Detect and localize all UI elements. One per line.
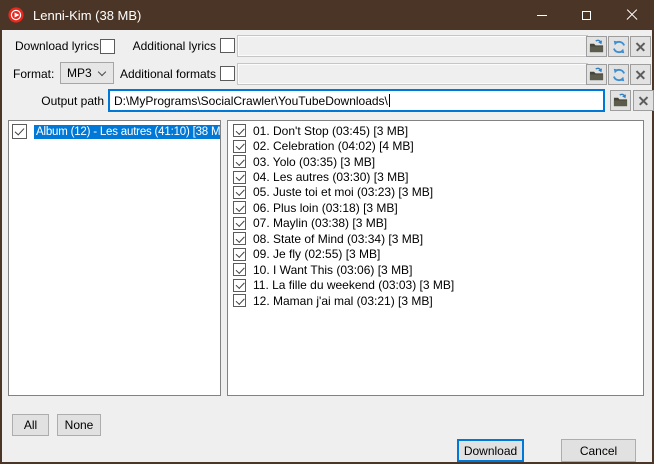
clear-formats-button[interactable]	[630, 64, 651, 85]
close-icon	[626, 9, 638, 21]
track-row[interactable]: 10. I Want This (03:06) [3 MB]	[233, 262, 643, 277]
clear-icon	[636, 70, 646, 80]
window-controls	[519, 0, 654, 30]
track-row[interactable]: 02. Celebration (04:02) [4 MB]	[233, 138, 643, 153]
additional-formats-input	[237, 63, 588, 85]
track-row-label: 02. Celebration (04:02) [4 MB]	[253, 139, 414, 153]
track-list[interactable]: 01. Don't Stop (03:45) [3 MB]02. Celebra…	[227, 120, 644, 396]
additional-formats-checkbox[interactable]	[220, 66, 235, 81]
refresh-lyrics-button[interactable]	[608, 36, 629, 57]
track-row-checkbox[interactable]	[233, 232, 246, 245]
track-row-label: 11. La fille du weekend (03:03) [3 MB]	[253, 278, 454, 292]
format-value: MP3	[67, 66, 92, 80]
track-row-checkbox[interactable]	[233, 155, 246, 168]
browse-output-button[interactable]	[610, 90, 631, 111]
output-path-label: Output path	[20, 90, 104, 112]
track-row-label: 12. Maman j'ai mal (03:21) [3 MB]	[253, 294, 433, 308]
track-row-label: 09. Je fly (02:55) [3 MB]	[253, 247, 380, 261]
track-row-label: 08. State of Mind (03:34) [3 MB]	[253, 232, 423, 246]
track-row-label: 06. Plus loin (03:18) [3 MB]	[253, 201, 398, 215]
minimize-icon	[537, 15, 547, 16]
folder-icon	[613, 93, 628, 108]
format-label: Format:	[13, 64, 54, 84]
window-title: Lenni-Kim (38 MB)	[33, 8, 141, 23]
additional-formats-label: Additional formats	[110, 64, 216, 84]
minimize-button[interactable]	[519, 0, 564, 30]
track-row-label: 07. Maylin (03:38) [3 MB]	[253, 216, 387, 230]
download-button[interactable]: Download	[457, 439, 524, 462]
additional-lyrics-checkbox[interactable]	[220, 38, 235, 53]
track-row-checkbox[interactable]	[233, 140, 246, 153]
clear-lyrics-button[interactable]	[630, 36, 651, 57]
format-select[interactable]: MP3	[60, 62, 114, 84]
track-row-checkbox[interactable]	[233, 279, 246, 292]
select-none-button[interactable]: None	[57, 414, 101, 436]
text-cursor	[389, 94, 390, 107]
track-row-checkbox[interactable]	[233, 248, 246, 261]
track-row[interactable]: 12. Maman j'ai mal (03:21) [3 MB]	[233, 293, 643, 308]
additional-lyrics-label: Additional lyrics	[110, 36, 216, 56]
app-window: Lenni-Kim (38 MB) Download lyrics Additi…	[0, 0, 654, 464]
maximize-button[interactable]	[564, 0, 609, 30]
track-row[interactable]: 03. Yolo (03:35) [3 MB]	[233, 154, 643, 169]
browse-lyrics-button[interactable]	[586, 36, 607, 57]
titlebar: Lenni-Kim (38 MB)	[0, 0, 654, 30]
track-row[interactable]: 09. Je fly (02:55) [3 MB]	[233, 247, 643, 262]
chevron-down-icon	[98, 68, 106, 76]
album-row-checkbox[interactable]	[12, 124, 27, 139]
track-row-checkbox[interactable]	[233, 201, 246, 214]
refresh-icon	[612, 68, 626, 82]
album-list[interactable]: Album (12) - Les autres (41:10) [38 MB]	[8, 120, 221, 396]
track-row-checkbox[interactable]	[233, 124, 246, 137]
track-row[interactable]: 04. Les autres (03:30) [3 MB]	[233, 169, 643, 184]
track-row-label: 03. Yolo (03:35) [3 MB]	[253, 155, 375, 169]
track-row-checkbox[interactable]	[233, 186, 246, 199]
browse-formats-button[interactable]	[586, 64, 607, 85]
track-row-checkbox[interactable]	[233, 263, 246, 276]
maximize-icon	[582, 11, 591, 20]
play-app-icon	[8, 7, 24, 23]
track-row[interactable]: 06. Plus loin (03:18) [3 MB]	[233, 200, 643, 215]
close-button[interactable]	[609, 0, 654, 30]
track-row[interactable]: 01. Don't Stop (03:45) [3 MB]	[233, 123, 643, 138]
output-path-value: D:\MyPrograms\SocialCrawler\YouTubeDownl…	[114, 94, 388, 108]
track-row-label: 05. Juste toi et moi (03:23) [3 MB]	[253, 185, 433, 199]
refresh-icon	[612, 40, 626, 54]
track-row-checkbox[interactable]	[233, 294, 246, 307]
select-all-button[interactable]: All	[12, 414, 49, 436]
track-row-checkbox[interactable]	[233, 171, 246, 184]
output-path-input[interactable]: D:\MyPrograms\SocialCrawler\YouTubeDownl…	[108, 89, 605, 112]
folder-icon	[589, 39, 604, 54]
folder-icon	[589, 67, 604, 82]
track-row-label: 10. I Want This (03:06) [3 MB]	[253, 263, 412, 277]
clear-icon	[639, 96, 649, 106]
track-row[interactable]: 07. Maylin (03:38) [3 MB]	[233, 216, 643, 231]
download-lyrics-label: Download lyrics	[15, 36, 99, 56]
refresh-formats-button[interactable]	[608, 64, 629, 85]
track-row[interactable]: 11. La fille du weekend (03:03) [3 MB]	[233, 277, 643, 292]
cancel-button[interactable]: Cancel	[561, 439, 636, 462]
track-row[interactable]: 08. State of Mind (03:34) [3 MB]	[233, 231, 643, 246]
track-row[interactable]: 05. Juste toi et moi (03:23) [3 MB]	[233, 185, 643, 200]
clear-icon	[636, 42, 646, 52]
clear-output-button[interactable]	[633, 90, 654, 111]
track-row-checkbox[interactable]	[233, 217, 246, 230]
track-row-label: 04. Les autres (03:30) [3 MB]	[253, 170, 408, 184]
additional-lyrics-input	[237, 35, 588, 57]
album-row-label: Album (12) - Les autres (41:10) [38 MB]	[34, 125, 221, 139]
track-row-label: 01. Don't Stop (03:45) [3 MB]	[253, 124, 408, 138]
album-row[interactable]: Album (12) - Les autres (41:10) [38 MB]	[12, 123, 220, 140]
